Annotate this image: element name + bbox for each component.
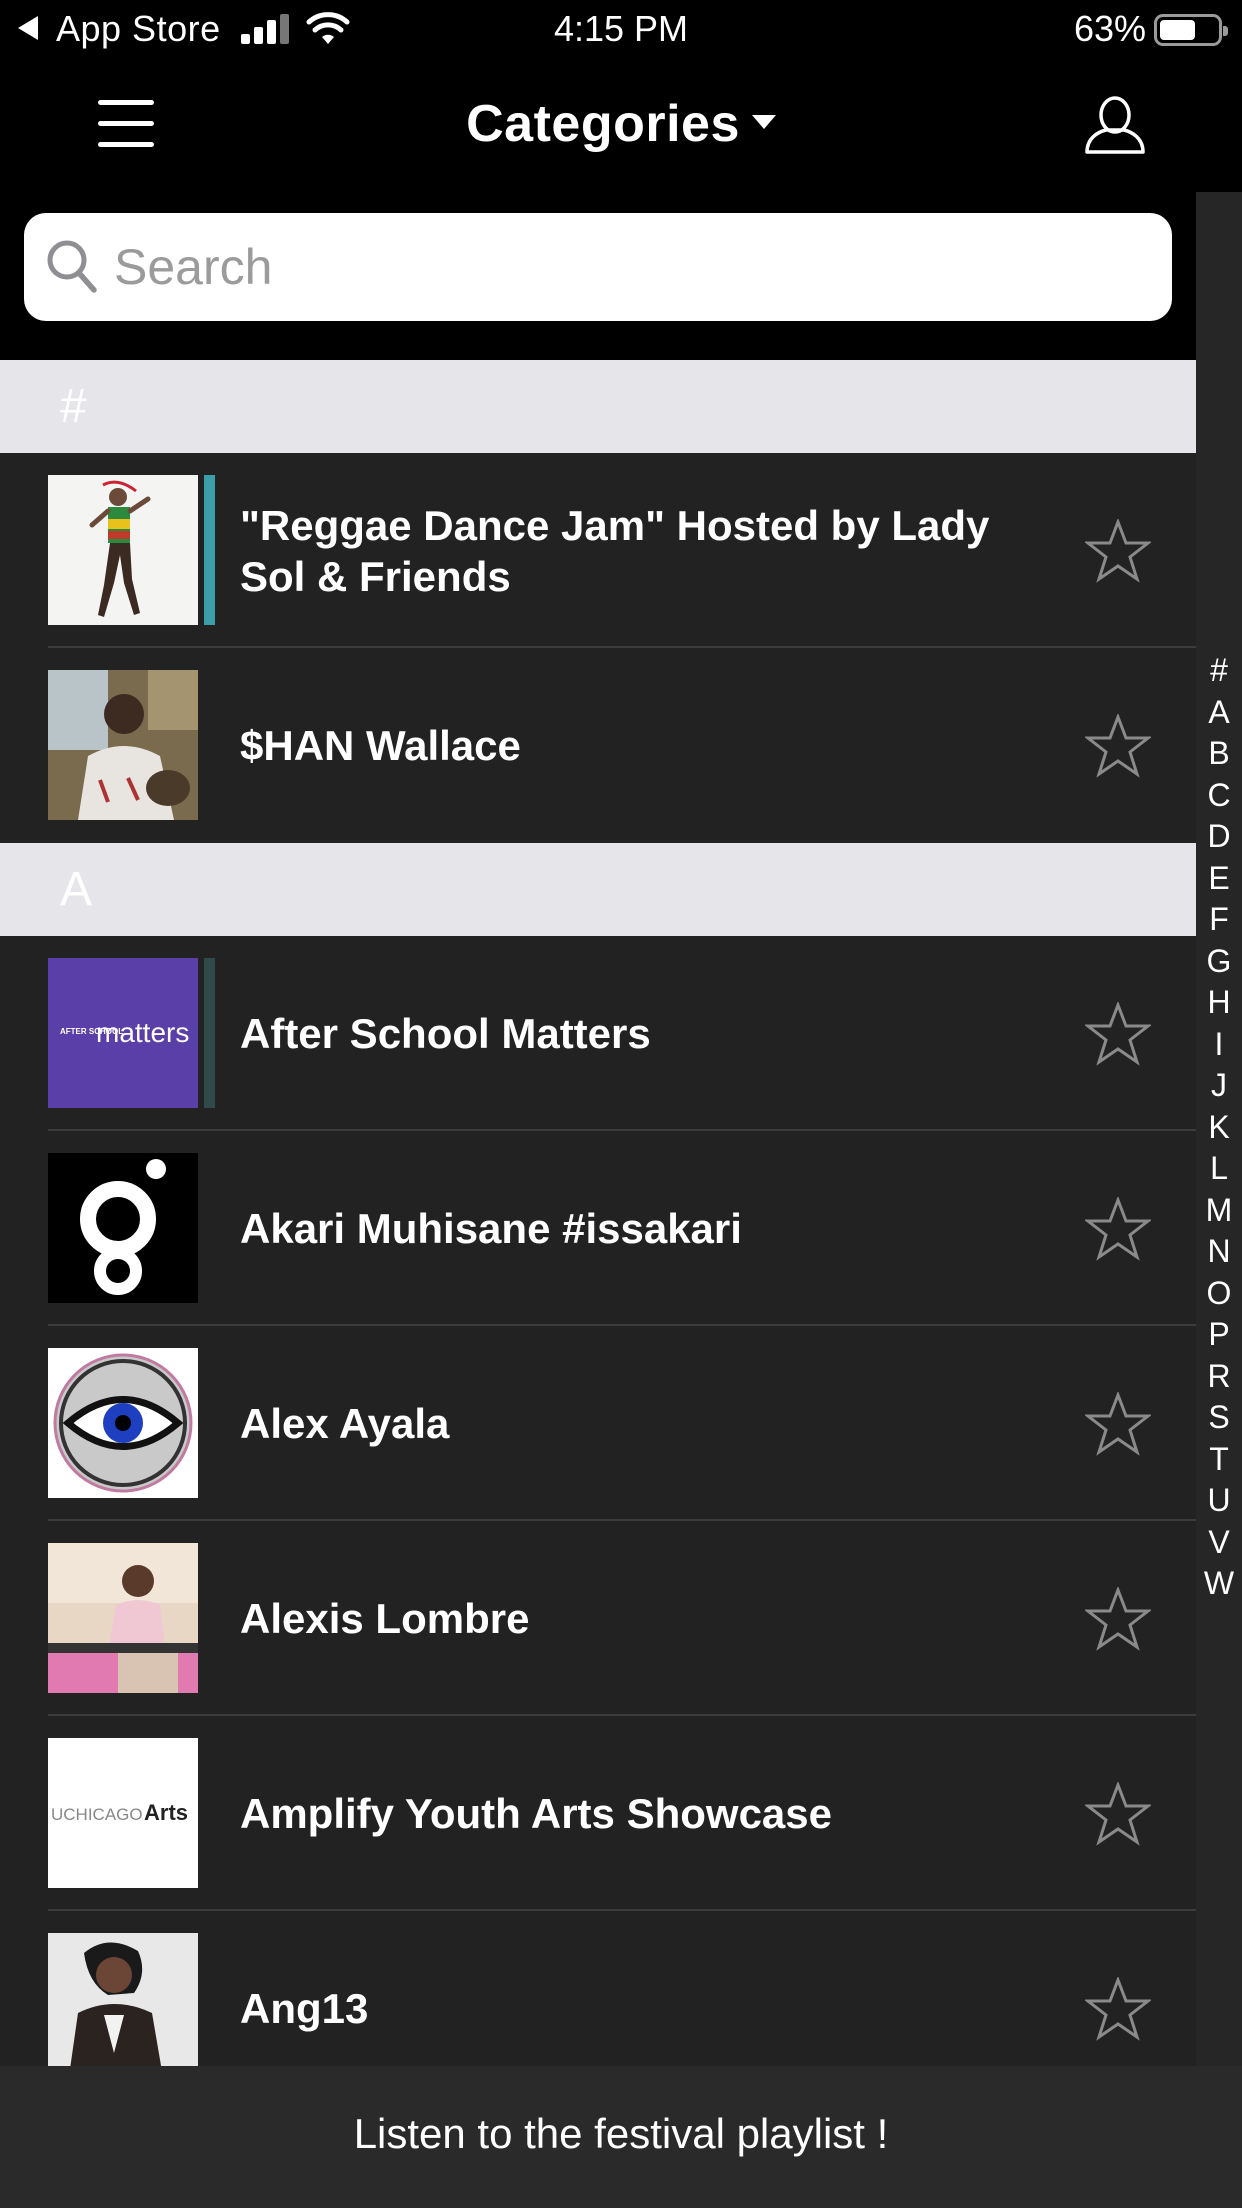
index-letter[interactable]: E bbox=[1196, 858, 1242, 900]
index-letter[interactable]: R bbox=[1196, 1356, 1242, 1398]
index-letter[interactable]: S bbox=[1196, 1397, 1242, 1439]
item-title: Akari Muhisane #issakari bbox=[240, 1205, 742, 1252]
logo-text: UCHICAGO bbox=[51, 1805, 143, 1824]
artist-list[interactable]: # "Reggae Dance Jam" Hosted by Lady Sol … bbox=[0, 360, 1196, 2066]
caret-down-icon bbox=[751, 115, 776, 129]
index-letter[interactable]: P bbox=[1196, 1314, 1242, 1356]
item-title: Alexis Lombre bbox=[240, 1595, 530, 1642]
index-letter[interactable]: T bbox=[1196, 1439, 1242, 1481]
page-title: Categories bbox=[466, 95, 740, 153]
bottom-bar: Listen to the festival playlist ! bbox=[0, 2066, 1242, 2208]
item-title: After School Matters bbox=[240, 1010, 651, 1057]
favorite-star-icon[interactable] bbox=[1085, 1002, 1151, 1066]
list-item[interactable]: AFTER SCHOOL matters After School Matter… bbox=[0, 936, 1196, 1131]
index-letter[interactable]: K bbox=[1196, 1107, 1242, 1149]
user-profile-icon[interactable] bbox=[1084, 94, 1146, 156]
index-letter[interactable]: W bbox=[1196, 1563, 1242, 1605]
artist-thumbnail: UCHICAGO Arts bbox=[48, 1738, 198, 1888]
index-letter[interactable]: D bbox=[1196, 816, 1242, 858]
list-item[interactable]: "Reggae Dance Jam" Hosted by Lady Sol & … bbox=[0, 453, 1196, 648]
list-item[interactable]: Alexis Lombre bbox=[0, 1521, 1196, 1716]
item-title: Amplify Youth Arts Showcase bbox=[240, 1790, 832, 1837]
item-title: "Reggae Dance Jam" Hosted by Lady Sol & … bbox=[240, 501, 990, 600]
list-item[interactable]: Alex Ayala bbox=[0, 1326, 1196, 1521]
item-accent-bar bbox=[204, 475, 215, 625]
favorite-star-icon[interactable] bbox=[1085, 1977, 1151, 2041]
index-letter[interactable]: G bbox=[1196, 941, 1242, 983]
alphabet-index[interactable]: # A B C D E F G H I J K L M N O P R S T U V W bbox=[1196, 650, 1242, 1605]
favorite-star-icon[interactable] bbox=[1085, 519, 1151, 583]
item-title: $HAN Wallace bbox=[240, 722, 521, 769]
search-input[interactable] bbox=[114, 233, 1144, 301]
categories-dropdown[interactable]: Categories bbox=[0, 94, 1242, 154]
index-letter[interactable]: O bbox=[1196, 1273, 1242, 1315]
favorite-star-icon[interactable] bbox=[1085, 1392, 1151, 1456]
index-letter[interactable]: # bbox=[1196, 650, 1242, 692]
index-letter[interactable]: A bbox=[1196, 692, 1242, 734]
battery-level-fill bbox=[1160, 20, 1195, 40]
index-letter[interactable]: F bbox=[1196, 899, 1242, 941]
index-letter[interactable]: N bbox=[1196, 1231, 1242, 1273]
favorite-star-icon[interactable] bbox=[1085, 714, 1151, 778]
favorite-star-icon[interactable] bbox=[1085, 1587, 1151, 1651]
index-letter[interactable]: M bbox=[1196, 1190, 1242, 1232]
index-letter[interactable]: H bbox=[1196, 982, 1242, 1024]
section-header: A bbox=[0, 843, 1196, 936]
section-header: # bbox=[0, 360, 1196, 453]
artist-thumbnail: AFTER SCHOOL matters bbox=[48, 958, 198, 1108]
battery-percentage: 63% bbox=[1073, 8, 1146, 49]
status-time: 4:15 PM bbox=[553, 8, 689, 49]
index-letter[interactable]: I bbox=[1196, 1024, 1242, 1066]
artist-thumbnail bbox=[48, 475, 198, 625]
favorite-star-icon[interactable] bbox=[1085, 1782, 1151, 1846]
index-letter[interactable]: J bbox=[1196, 1065, 1242, 1107]
artist-thumbnail bbox=[48, 1543, 198, 1693]
festival-playlist-link[interactable]: Listen to the festival playlist ! bbox=[354, 2110, 889, 2158]
index-letter[interactable]: B bbox=[1196, 733, 1242, 775]
navigation-bar: Categories bbox=[0, 58, 1242, 194]
artist-thumbnail bbox=[48, 1933, 198, 2066]
item-title: Ang13 bbox=[240, 1985, 369, 2032]
search-bar[interactable] bbox=[24, 213, 1172, 321]
list-item[interactable]: UCHICAGO Arts Amplify Youth Arts Showcas… bbox=[0, 1716, 1196, 1911]
artist-thumbnail bbox=[48, 1153, 198, 1303]
list-item[interactable]: Akari Muhisane #issakari bbox=[0, 1131, 1196, 1326]
index-letter[interactable]: V bbox=[1196, 1522, 1242, 1564]
list-item[interactable]: Ang13 bbox=[0, 1911, 1196, 2066]
list-item[interactable]: $HAN Wallace bbox=[0, 648, 1196, 843]
index-letter[interactable]: U bbox=[1196, 1480, 1242, 1522]
search-icon bbox=[47, 240, 97, 293]
item-title: Alex Ayala bbox=[240, 1400, 450, 1447]
artist-thumbnail bbox=[48, 670, 198, 820]
index-letter[interactable]: L bbox=[1196, 1148, 1242, 1190]
index-letter[interactable]: C bbox=[1196, 775, 1242, 817]
logo-bold-text: Arts bbox=[144, 1800, 188, 1825]
battery-icon bbox=[1154, 14, 1228, 46]
item-accent-bar bbox=[204, 958, 215, 1108]
favorite-star-icon[interactable] bbox=[1085, 1197, 1151, 1261]
status-bar: App Store 4:15 PM 63% bbox=[0, 0, 1242, 58]
artist-thumbnail bbox=[48, 1348, 198, 1498]
search-area bbox=[0, 194, 1196, 360]
logo-text: matters bbox=[96, 1017, 189, 1048]
